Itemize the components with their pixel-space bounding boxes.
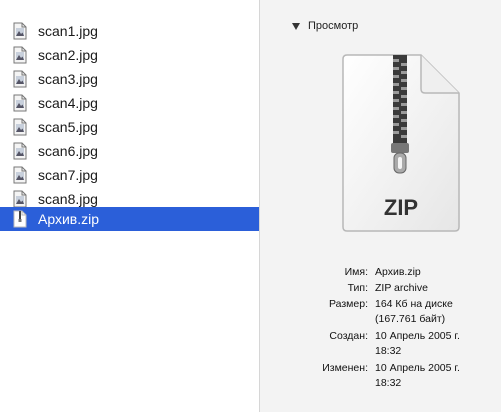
file-row[interactable]: scan6.jpg [0, 139, 259, 163]
info-value: 164 Кб на диске [375, 298, 453, 310]
info-value: 10 Апрель 2005 г. [375, 330, 460, 342]
file-name: scan5.jpg [38, 119, 98, 135]
zip-badge-label: ZIP [384, 195, 418, 220]
zip-archive-icon: ZIP [342, 54, 460, 232]
file-name: scan2.jpg [38, 47, 98, 63]
jpg-image-icon [13, 94, 27, 112]
file-name: scan3.jpg [38, 71, 98, 87]
file-list: scan1.jpg scan2.jpg scan3.jpg scan4.jpg … [0, 0, 259, 412]
file-row[interactable]: scan1.jpg [0, 19, 259, 43]
info-value: (167.761 байт) [375, 313, 446, 325]
info-value: 10 Апрель 2005 г. [375, 362, 460, 374]
file-row[interactable]: scan4.jpg [0, 91, 259, 115]
file-row[interactable]: scan3.jpg [0, 67, 259, 91]
info-value: Архив.zip [375, 266, 421, 278]
file-name: scan1.jpg [38, 23, 98, 39]
file-name: scan4.jpg [38, 95, 98, 111]
file-name: scan6.jpg [38, 143, 98, 159]
preview-header[interactable]: Просмотр [292, 20, 358, 32]
file-row-selected[interactable]: Архив.zip [0, 207, 259, 231]
info-value: 18:32 [375, 377, 402, 389]
info-label: Создан: [329, 330, 368, 342]
file-name: scan8.jpg [38, 191, 98, 207]
file-row[interactable]: scan2.jpg [0, 43, 259, 67]
jpg-image-icon [13, 166, 27, 184]
jpg-image-icon [13, 190, 27, 208]
info-value: 18:32 [375, 345, 402, 357]
file-name: scan7.jpg [38, 167, 98, 183]
info-label: Размер: [328, 298, 368, 310]
jpg-image-icon [13, 118, 27, 136]
zip-archive-icon [13, 210, 27, 228]
file-row[interactable]: scan5.jpg [0, 115, 259, 139]
jpg-image-icon [13, 46, 27, 64]
disclosure-triangle-icon[interactable] [292, 22, 300, 30]
info-label: Тип: [347, 282, 368, 294]
preview-panel: Просмотр ZIP Имя: Архив.zip Тип: ZIP arc… [260, 0, 501, 412]
file-name: Архив.zip [38, 211, 100, 227]
file-row[interactable]: scan7.jpg [0, 163, 259, 187]
jpg-image-icon [13, 142, 27, 160]
info-label: Имя: [344, 266, 368, 278]
preview-header-label: Просмотр [308, 20, 359, 32]
info-value: ZIP archive [375, 282, 428, 294]
jpg-image-icon [13, 70, 27, 88]
info-label: Изменен: [322, 362, 368, 374]
jpg-image-icon [13, 22, 27, 40]
